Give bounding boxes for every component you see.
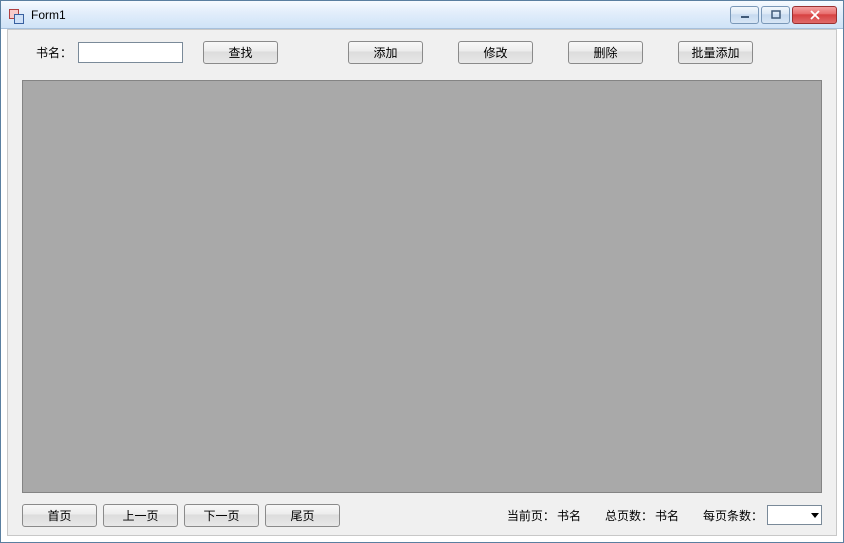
batch-add-button[interactable]: 批量添加 [678,41,753,64]
app-icon [9,7,25,23]
current-page-label: 当前页： [507,507,555,524]
total-pages-label: 总页数： [605,507,653,524]
toolbar-top: 书名： 查找 添加 修改 删除 批量添加 [8,40,836,64]
book-name-label: 书名： [36,44,78,61]
client-area: 书名： 查找 添加 修改 删除 批量添加 首页 上一页 下一页 尾页 当前页： … [7,29,837,536]
close-icon [809,10,821,20]
prev-page-button[interactable]: 上一页 [103,504,178,527]
book-name-input[interactable] [78,42,183,63]
minimize-icon [740,10,750,20]
window: Form1 书名： 查找 添加 修改 删除 批量添加 首页 [0,0,844,543]
edit-button[interactable]: 修改 [458,41,533,64]
search-button[interactable]: 查找 [203,41,278,64]
current-page-value: 书名 [557,507,581,524]
maximize-button[interactable] [761,6,790,24]
chevron-down-icon [811,513,819,518]
total-pages-value: 书名 [655,507,679,524]
next-page-button[interactable]: 下一页 [184,504,259,527]
close-button[interactable] [792,6,837,24]
toolbar-bottom: 首页 上一页 下一页 尾页 当前页： 书名 总页数： 书名 每页条数： [8,503,836,527]
add-button[interactable]: 添加 [348,41,423,64]
window-title: Form1 [29,8,730,22]
pager-nav: 首页 上一页 下一页 尾页 [22,504,340,527]
delete-button[interactable]: 删除 [568,41,643,64]
minimize-button[interactable] [730,6,759,24]
data-grid[interactable] [22,80,822,493]
window-controls [730,6,837,24]
titlebar: Form1 [1,1,843,29]
pager-status: 当前页： 书名 总页数： 书名 每页条数： [497,505,822,525]
first-page-button[interactable]: 首页 [22,504,97,527]
maximize-icon [771,10,781,20]
per-page-label: 每页条数： [703,507,763,524]
last-page-button[interactable]: 尾页 [265,504,340,527]
per-page-combo[interactable] [767,505,822,525]
